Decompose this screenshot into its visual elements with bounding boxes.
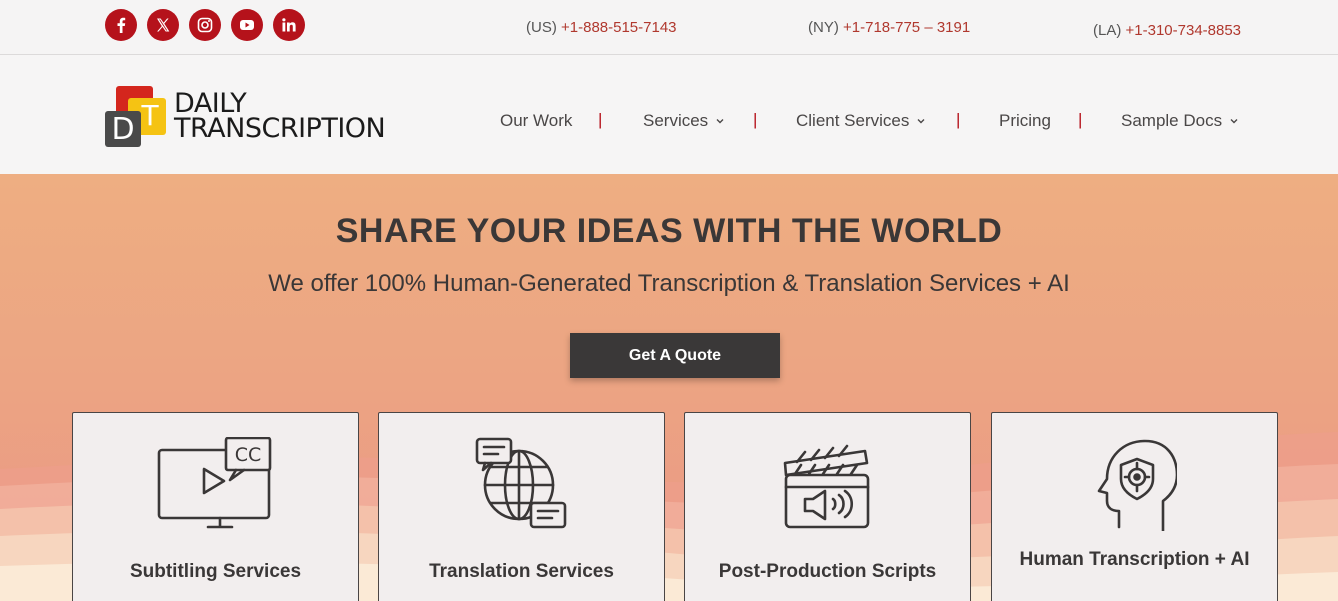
hero-title: SHARE YOUR IDEAS WITH THE WORLD — [335, 212, 1003, 250]
nav-our-work-label: Our Work — [500, 111, 573, 130]
human-ai-head-icon — [1097, 439, 1177, 531]
nav-sample-docs-label: Sample Docs — [1121, 111, 1223, 130]
instagram-link[interactable] — [189, 9, 221, 41]
nav-client-services[interactable]: Client Services — [796, 111, 927, 131]
chevron-down-icon — [716, 119, 724, 124]
card-label: Post-Production Scripts — [718, 561, 937, 582]
linkedin-link[interactable] — [273, 9, 305, 41]
chevron-down-icon — [1230, 119, 1238, 124]
phone-us-region: (US) — [526, 19, 557, 36]
nav-our-work[interactable]: Our Work — [500, 111, 572, 131]
youtube-icon — [240, 20, 254, 30]
nav-sample-docs[interactable]: Sample Docs — [1121, 111, 1240, 131]
hero-section: SHARE YOUR IDEAS WITH THE WORLD We offer… — [0, 174, 1338, 601]
card-label: Translation Services — [429, 561, 614, 582]
phone-ny-number[interactable]: +1-718-775 – 3191 — [843, 19, 970, 36]
card-post-production-scripts[interactable]: Post-Production Scripts — [684, 412, 971, 601]
cc-icon-text: CC — [234, 444, 261, 466]
phone-la: (LA) +1-310-734-8853 — [1093, 22, 1241, 39]
nav-separator: | — [753, 110, 758, 129]
card-label: Subtitling Services — [129, 561, 302, 582]
phone-ny-region: (NY) — [808, 19, 839, 36]
linkedin-icon — [282, 18, 296, 32]
social-links — [105, 9, 305, 41]
get-quote-button[interactable]: Get A Quote — [570, 333, 780, 378]
nav-separator: | — [598, 110, 603, 129]
phone-la-region: (LA) — [1093, 22, 1122, 39]
nav-services-label: Services — [643, 111, 709, 130]
globe-chat-icon — [475, 437, 566, 529]
youtube-link[interactable] — [231, 9, 263, 41]
phone-ny: (NY) +1-718-775 – 3191 — [808, 19, 970, 36]
hero-subtitle: We offer 100% Human-Generated Transcript… — [268, 270, 1070, 297]
x-twitter-icon — [157, 18, 170, 32]
main-header: D T DAILY TRANSCRIPTION Our Work | Servi… — [0, 55, 1338, 173]
nav-separator: | — [1078, 110, 1083, 129]
instagram-icon — [197, 17, 213, 33]
phone-la-number[interactable]: +1-310-734-8853 — [1126, 22, 1242, 39]
card-translation-services[interactable]: Translation Services — [378, 412, 665, 601]
card-human-transcription-ai[interactable]: Human Transcription + AI — [991, 412, 1278, 601]
clapperboard-speaker-icon — [783, 444, 869, 529]
nav-pricing-label: Pricing — [999, 111, 1051, 130]
top-bar: (US) +1-888-515-7143 (NY) +1-718-775 – 3… — [0, 0, 1338, 55]
nav-client-services-label: Client Services — [796, 111, 910, 130]
card-subtitling-services[interactable]: CC Subtitling Services — [72, 412, 359, 601]
chevron-down-icon — [917, 119, 925, 124]
nav-services[interactable]: Services — [643, 111, 726, 131]
nav-separator: | — [956, 110, 961, 129]
facebook-icon — [117, 17, 126, 33]
subtitles-monitor-icon: CC — [157, 437, 271, 529]
facebook-link[interactable] — [105, 9, 137, 41]
main-nav: Our Work | Services | Client Services | … — [0, 110, 1338, 133]
phone-us-number[interactable]: +1-888-515-7143 — [561, 19, 677, 36]
x-twitter-link[interactable] — [147, 9, 179, 41]
nav-pricing[interactable]: Pricing — [999, 111, 1051, 131]
phone-us: (US) +1-888-515-7143 — [526, 19, 677, 36]
card-label: Human Transcription + AI — [1019, 549, 1250, 570]
